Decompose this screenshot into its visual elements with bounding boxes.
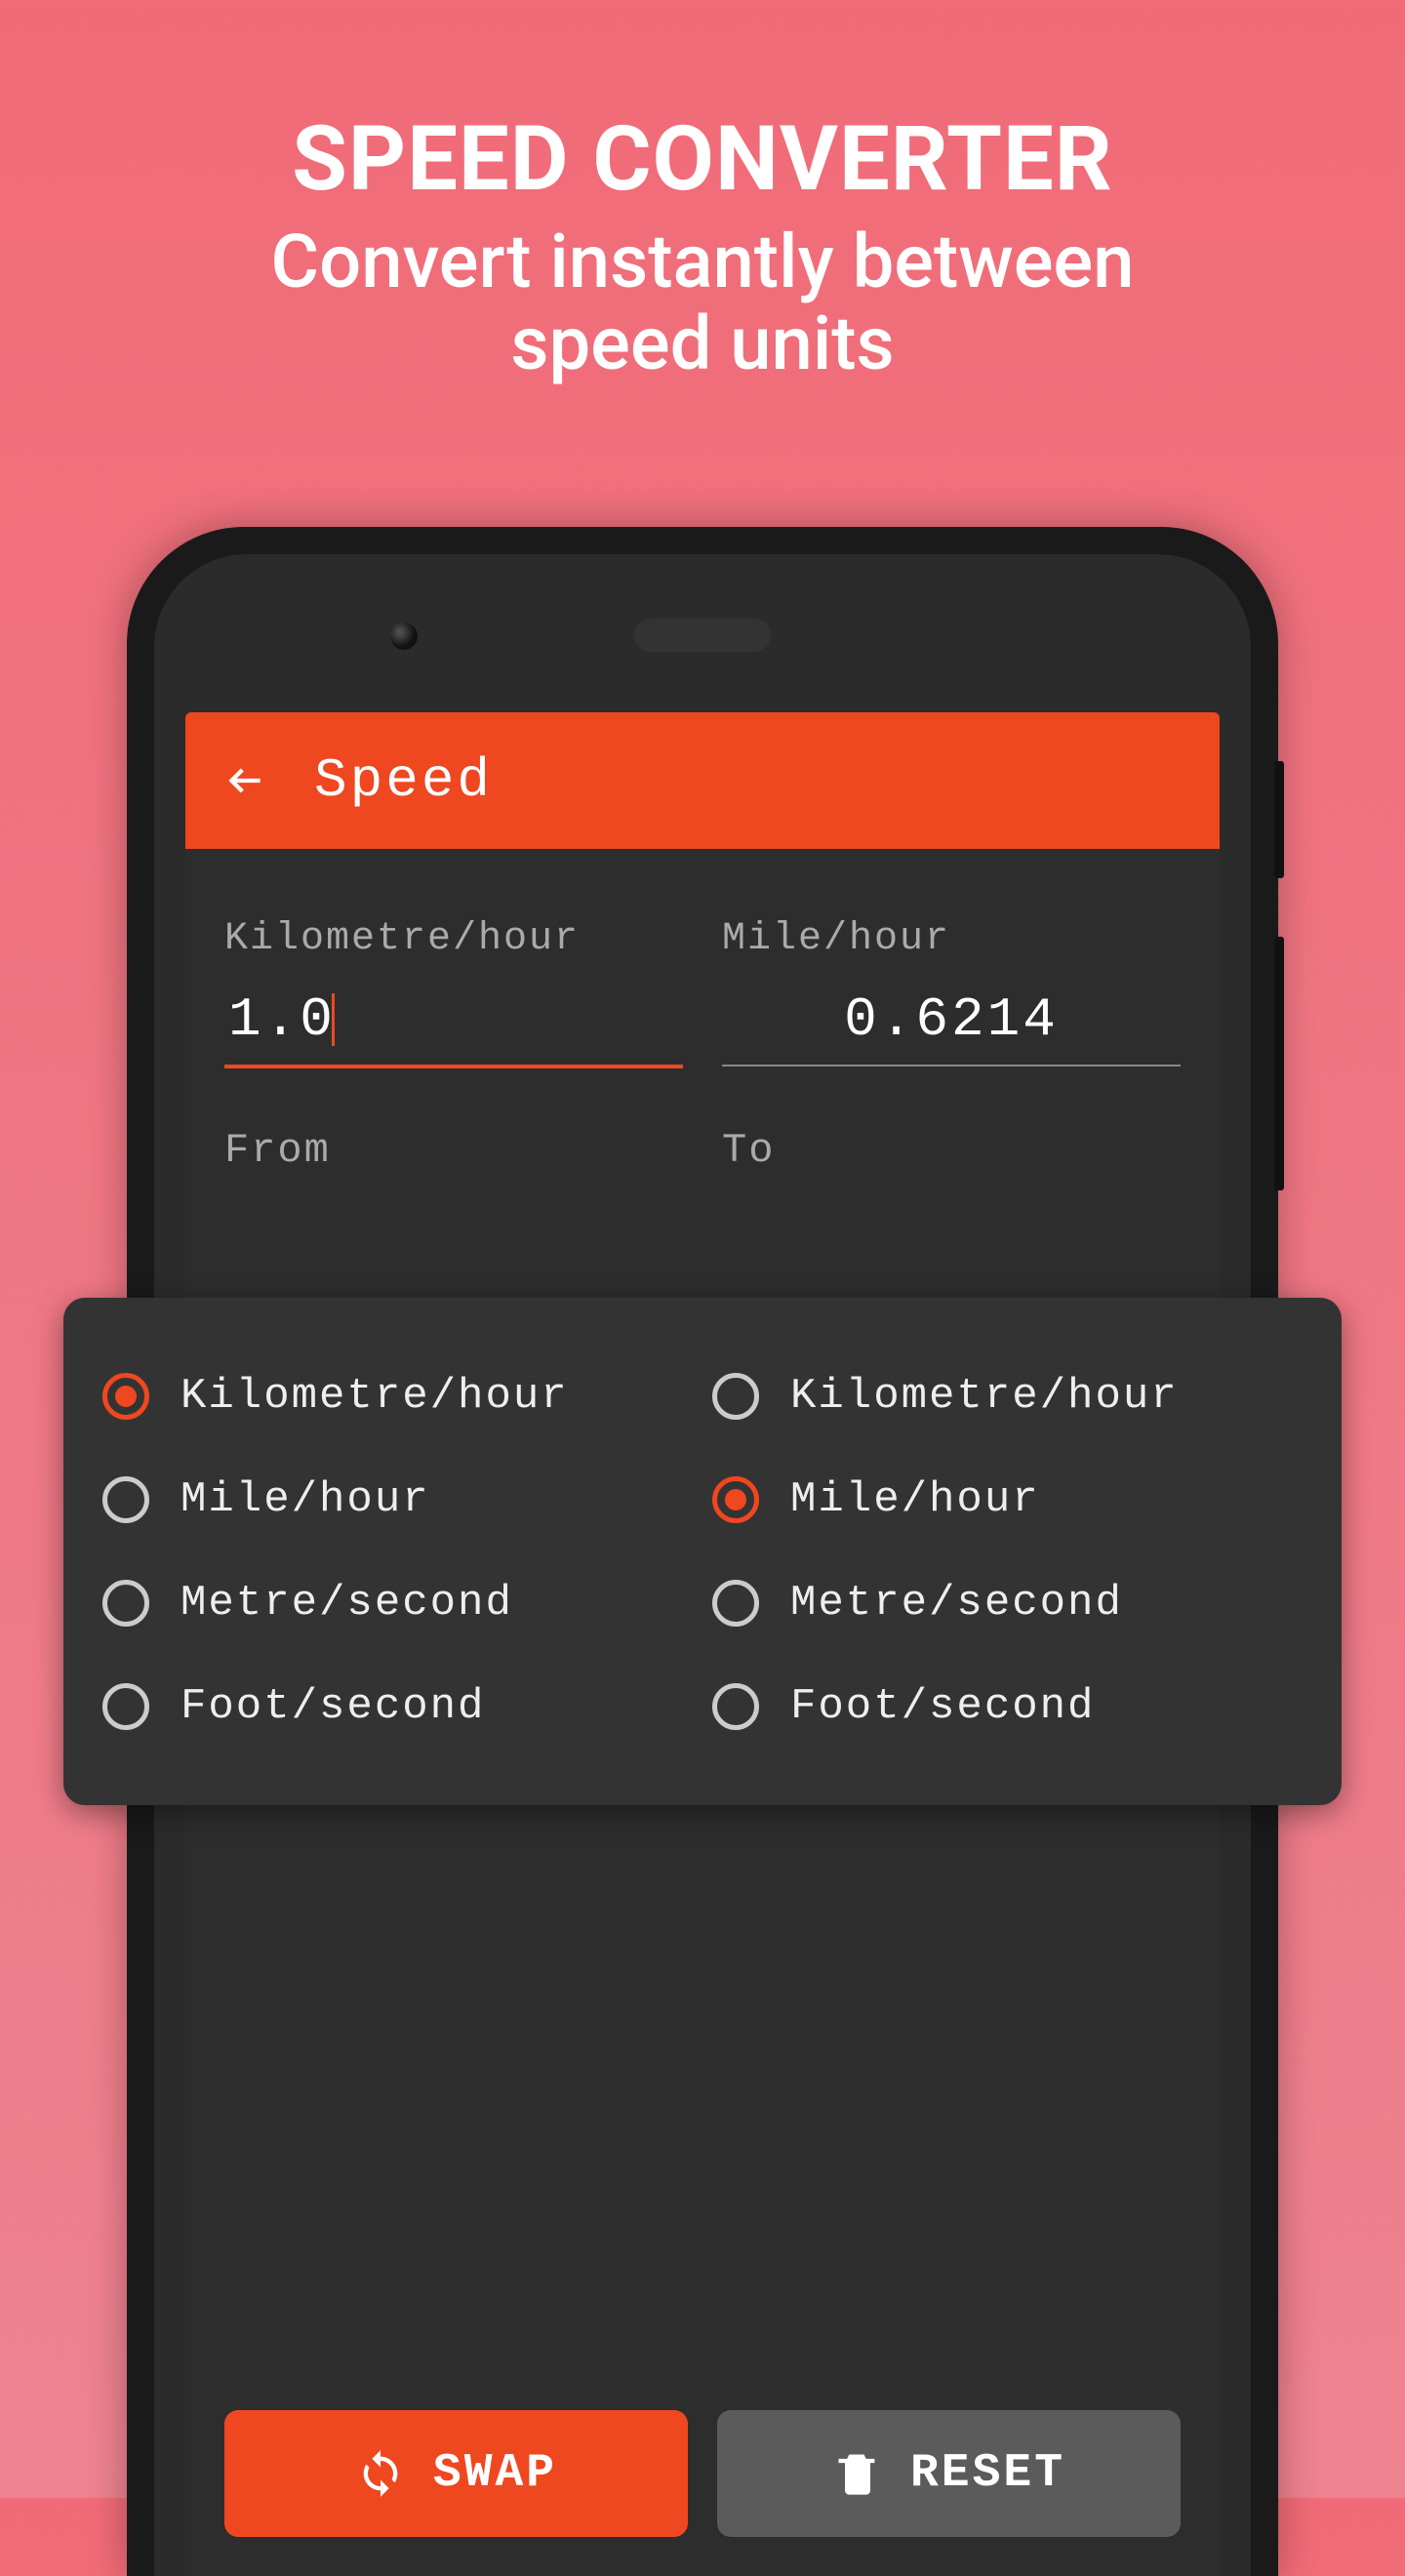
to-option-0[interactable]: Kilometre/hour	[712, 1345, 1303, 1448]
radio-label: Mile/hour	[790, 1475, 1040, 1524]
phone-volume-button	[1274, 937, 1284, 1190]
from-option-1[interactable]: Mile/hour	[102, 1448, 693, 1551]
radio-icon	[102, 1580, 149, 1627]
promo-subtitle: Convert instantly between speed units	[0, 221, 1405, 384]
radio-icon	[712, 1683, 759, 1730]
content-area: Kilometre/hour 1.0 Mile/hour 0.6214 From…	[185, 849, 1220, 1174]
from-column: Kilometre/hour 1.0	[224, 917, 683, 1068]
from-option-3[interactable]: Foot/second	[102, 1655, 693, 1758]
to-heading: To	[722, 1127, 1181, 1174]
from-option-2[interactable]: Metre/second	[102, 1551, 693, 1655]
radio-label: Metre/second	[181, 1579, 513, 1628]
radio-label: Kilometre/hour	[790, 1372, 1179, 1421]
phone-speaker	[634, 619, 771, 652]
to-unit-label: Mile/hour	[722, 917, 1181, 961]
from-options-column: Kilometre/hour Mile/hour Metre/second Foot/…	[102, 1345, 693, 1758]
radio-label: Foot/second	[790, 1682, 1095, 1731]
to-value-output: 0.6214	[722, 981, 1181, 1067]
to-option-3[interactable]: Foot/second	[712, 1655, 1303, 1758]
radio-label: Mile/hour	[181, 1475, 430, 1524]
text-cursor	[332, 993, 335, 1046]
radio-icon	[102, 1476, 149, 1523]
radio-icon	[712, 1476, 759, 1523]
radio-icon	[102, 1373, 149, 1420]
phone-camera	[390, 623, 418, 650]
reset-label: RESET	[910, 2447, 1065, 2500]
phone-power-button	[1274, 761, 1284, 878]
from-unit-label: Kilometre/hour	[224, 917, 683, 961]
radio-label: Foot/second	[181, 1682, 485, 1731]
reset-button[interactable]: RESET	[717, 2410, 1181, 2537]
radio-icon	[712, 1373, 759, 1420]
back-arrow-icon[interactable]	[224, 759, 267, 802]
trash-icon	[832, 2448, 883, 2499]
swap-label: SWAP	[433, 2447, 557, 2500]
app-title: Speed	[314, 749, 493, 812]
swap-icon	[355, 2448, 406, 2499]
from-heading: From	[224, 1127, 683, 1174]
action-buttons: SWAP RESET	[224, 2410, 1181, 2537]
to-column: Mile/hour 0.6214	[722, 917, 1181, 1068]
from-to-heading-row: From To	[224, 1127, 1181, 1174]
radio-icon	[102, 1683, 149, 1730]
swap-button[interactable]: SWAP	[224, 2410, 688, 2537]
io-row: Kilometre/hour 1.0 Mile/hour 0.6214	[224, 917, 1181, 1068]
promo-title: SPEED CONVERTER	[0, 107, 1405, 212]
from-option-0[interactable]: Kilometre/hour	[102, 1345, 693, 1448]
to-options-column: Kilometre/hour Mile/hour Metre/second Foot/…	[712, 1345, 1303, 1758]
promo-header: SPEED CONVERTER Convert instantly betwee…	[0, 0, 1405, 384]
unit-options-card: Kilometre/hour Mile/hour Metre/second Foot/…	[63, 1298, 1342, 1805]
radio-label: Kilometre/hour	[181, 1372, 569, 1421]
to-option-2[interactable]: Metre/second	[712, 1551, 1303, 1655]
app-bar: Speed	[185, 712, 1220, 849]
from-value-input[interactable]: 1.0	[224, 981, 683, 1068]
radio-icon	[712, 1580, 759, 1627]
to-option-1[interactable]: Mile/hour	[712, 1448, 1303, 1551]
radio-label: Metre/second	[790, 1579, 1123, 1628]
